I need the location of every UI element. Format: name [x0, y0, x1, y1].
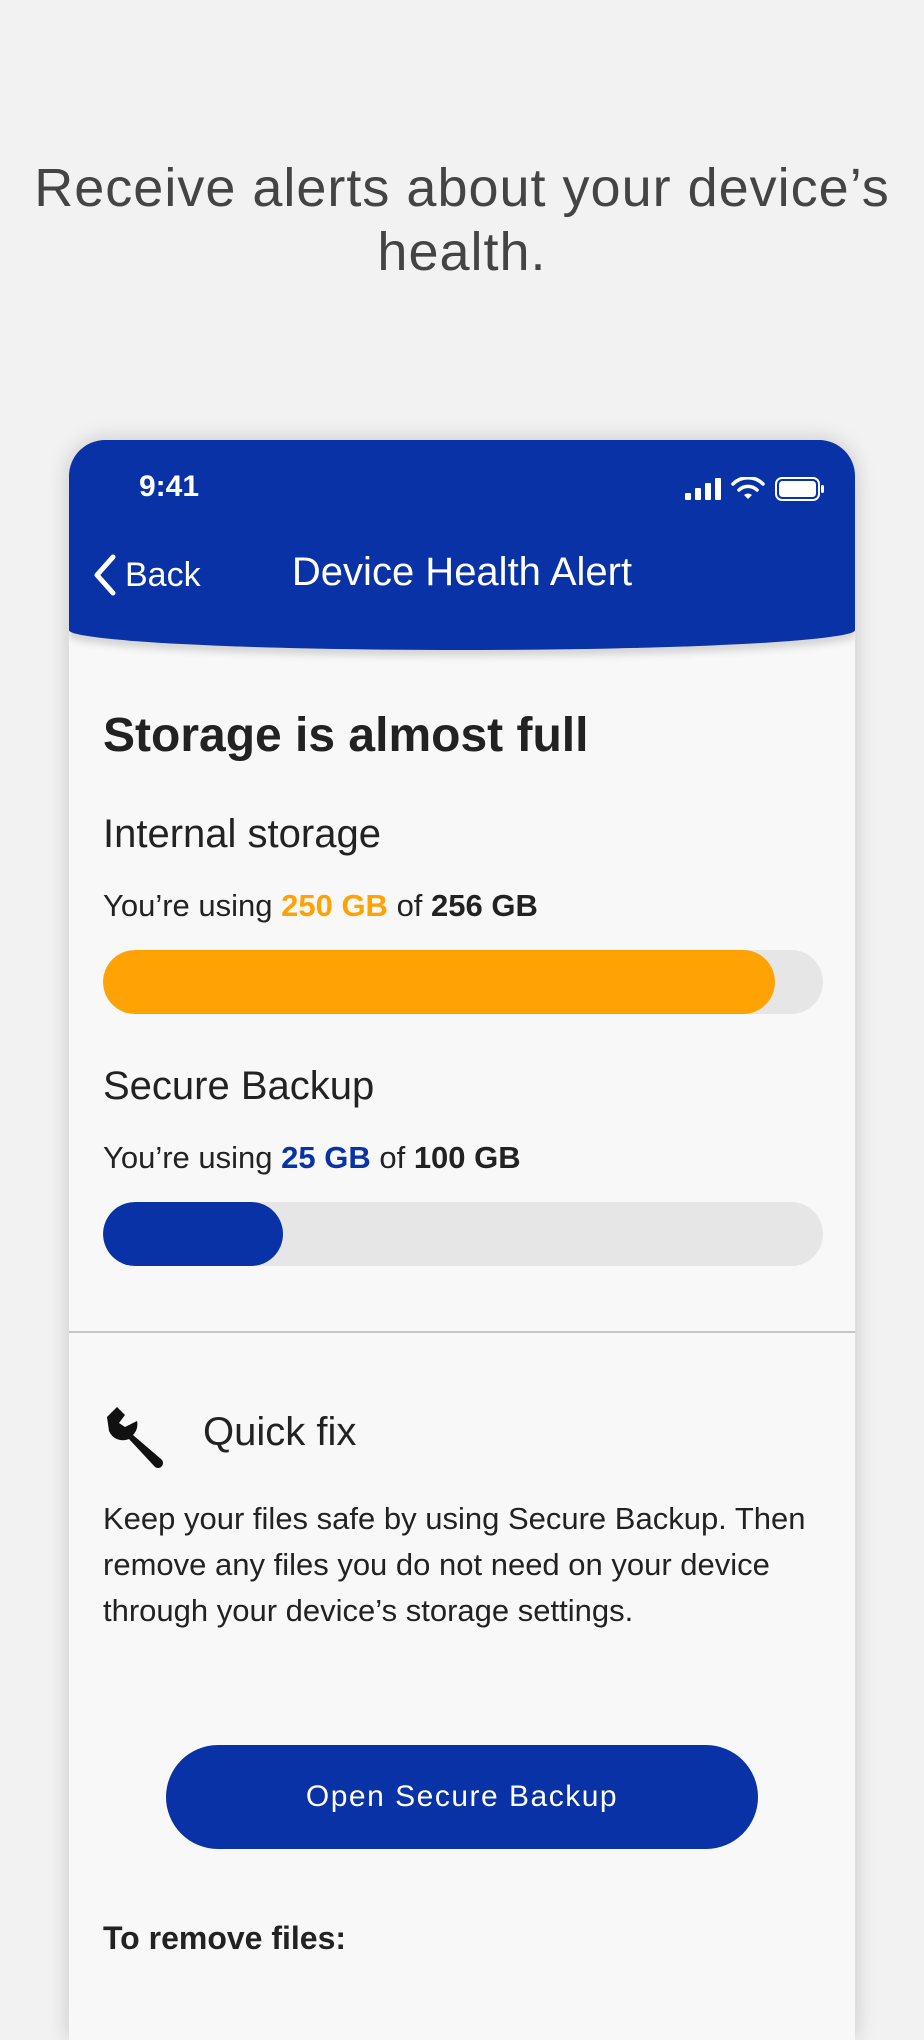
secure-backup-title: Secure Backup	[103, 1064, 375, 1108]
backup-used-amount: 25 GB	[281, 1140, 371, 1175]
remove-files-title: To remove files:	[103, 1920, 347, 1956]
usage-of: of	[370, 1140, 414, 1175]
internal-used-amount: 250 GB	[281, 888, 388, 923]
backup-total-amount: 100 GB	[413, 1140, 521, 1175]
wrench-icon	[107, 1407, 163, 1468]
headline: Receive alerts about your device’s healt…	[34, 158, 890, 282]
quick-fix-title: Quick fix	[203, 1410, 357, 1454]
internal-storage-bar-fill	[103, 950, 775, 1014]
phone-frame: 9:41 Back Device Health Alert Storage is…	[69, 440, 855, 2040]
secure-backup-bar	[103, 1202, 823, 1266]
battery-icon	[775, 477, 824, 501]
internal-storage-bar	[103, 950, 823, 1014]
section-divider	[69, 1331, 855, 1333]
internal-storage-title: Internal storage	[103, 812, 381, 856]
nav-bar: 9:41 Back Device Health Alert	[69, 440, 855, 650]
usage-prefix: You’re using	[103, 888, 282, 923]
secure-backup-usage: You’re using 25 GB of 100 GB	[103, 1140, 521, 1176]
alert-title: Storage is almost full	[103, 709, 589, 762]
internal-storage-usage: You’re using 250 GB of 256 GB	[103, 888, 538, 924]
quick-fix-body: Keep your files safe by using Secure Bac…	[103, 1501, 806, 1628]
status-icons	[685, 474, 825, 504]
status-time: 9:41	[139, 470, 200, 503]
wifi-icon	[731, 477, 765, 499]
secure-backup-bar-fill	[103, 1202, 283, 1266]
open-secure-backup-button[interactable]: Open Secure Backup	[166, 1745, 758, 1849]
cellular-signal-icon	[685, 478, 721, 500]
usage-prefix: You’re using	[103, 1140, 282, 1175]
usage-of: of	[387, 888, 432, 923]
nav-title: Device Health Alert	[291, 550, 633, 594]
internal-total-amount: 256 GB	[431, 888, 538, 923]
